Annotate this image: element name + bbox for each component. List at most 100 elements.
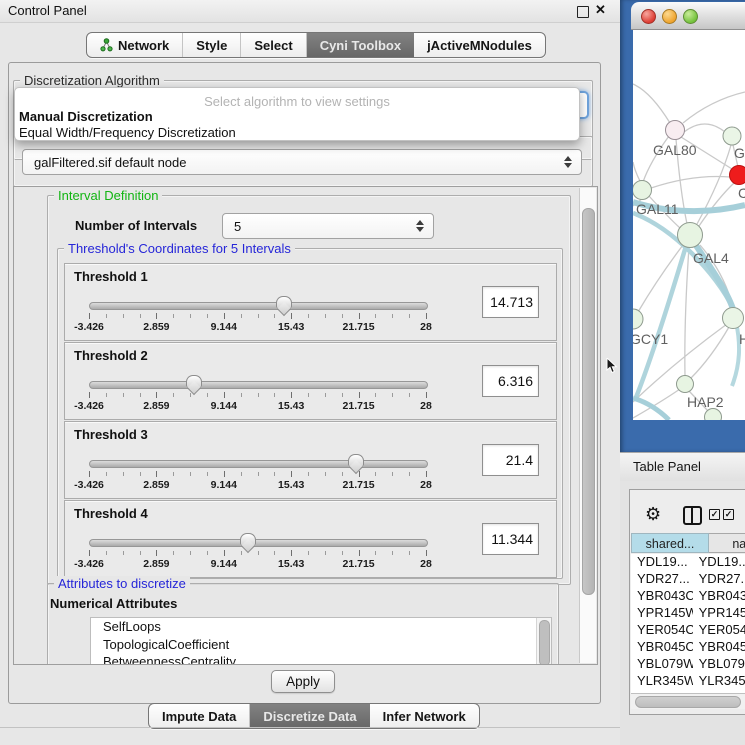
slider-scale: -3.4262.8599.14415.4321.71528 bbox=[89, 400, 426, 412]
network-edge[interactable] bbox=[633, 84, 670, 123]
table-row[interactable]: YDR27...YDR27... bbox=[631, 571, 745, 588]
slider-thumb[interactable] bbox=[348, 454, 364, 466]
network-edge[interactable] bbox=[633, 162, 641, 183]
settings-scrollbar[interactable] bbox=[579, 188, 596, 663]
network-node[interactable] bbox=[633, 309, 643, 329]
scale-label: 15.43 bbox=[278, 558, 304, 570]
threshold-1-slider[interactable]: -3.4262.8599.14415.4321.71528 bbox=[89, 294, 426, 334]
network-node[interactable] bbox=[633, 181, 652, 200]
slider-thumb[interactable] bbox=[276, 296, 292, 308]
close-traffic-light-icon[interactable] bbox=[641, 9, 656, 24]
tab-jactivemnodules[interactable]: jActiveMNodules bbox=[414, 33, 545, 57]
tab-select[interactable]: Select bbox=[241, 33, 306, 57]
table-cell[interactable]: YER054C bbox=[631, 622, 693, 639]
apply-button[interactable]: Apply bbox=[271, 670, 335, 693]
table-data-combobox[interactable]: galFiltered.sif default node bbox=[22, 149, 582, 175]
gear-icon[interactable]: ⚙ bbox=[645, 505, 661, 523]
threshold-1-value-field[interactable]: 14.713 bbox=[482, 286, 539, 318]
combo-arrows-icon bbox=[560, 156, 576, 168]
network-edge[interactable] bbox=[699, 182, 735, 226]
dropdown-option-equal-width-frequency[interactable]: Equal Width/Frequency Discretization bbox=[19, 125, 236, 140]
screen: Control Panel ✕ Network Style Select Cyn… bbox=[0, 0, 745, 745]
network-node[interactable] bbox=[723, 127, 741, 145]
table-cell[interactable]: YDR27... bbox=[631, 571, 693, 588]
table-cell[interactable]: YBR043C bbox=[631, 588, 693, 605]
tab-impute-data[interactable]: Impute Data bbox=[149, 704, 250, 728]
tab-cyni-toolbox[interactable]: Cyni Toolbox bbox=[307, 33, 414, 57]
mouse-cursor bbox=[606, 358, 619, 374]
threshold-3-slider[interactable]: -3.4262.8599.14415.4321.71528 bbox=[89, 452, 426, 492]
table-cell[interactable]: YER054C bbox=[693, 622, 745, 639]
table-row[interactable]: YBL079WYBL079W bbox=[631, 656, 745, 673]
network-node[interactable] bbox=[677, 376, 694, 393]
table-horizontal-scrollbar-thumb[interactable] bbox=[635, 696, 741, 708]
table-cell[interactable]: YBR045C bbox=[631, 639, 693, 656]
table-horizontal-scrollbar[interactable] bbox=[631, 693, 745, 709]
scale-label: 21.715 bbox=[343, 400, 375, 412]
slider-track[interactable] bbox=[89, 539, 428, 547]
attribute-list-item[interactable]: SelfLoops bbox=[91, 618, 551, 636]
scale-label: 28 bbox=[420, 400, 432, 412]
table-cell[interactable]: YPR145W bbox=[631, 605, 693, 622]
minimize-traffic-light-icon[interactable] bbox=[662, 9, 677, 24]
table-row[interactable]: YPR145WYPR145W bbox=[631, 605, 745, 622]
slider-track[interactable] bbox=[89, 381, 428, 389]
settings-scrollbar-thumb[interactable] bbox=[582, 208, 595, 595]
threshold-2-value-field[interactable]: 6.316 bbox=[482, 365, 539, 397]
network-edge[interactable] bbox=[633, 398, 669, 420]
table-row[interactable]: YER054CYER054C bbox=[631, 622, 745, 639]
list-scrollbar-thumb[interactable] bbox=[539, 620, 550, 665]
float-window-icon[interactable] bbox=[577, 6, 589, 18]
table-cell[interactable]: YDL19... bbox=[693, 554, 745, 571]
tab-discretize-data[interactable]: Discretize Data bbox=[250, 704, 369, 728]
number-of-intervals-combobox[interactable]: 5 bbox=[222, 213, 434, 239]
table-cell[interactable]: YBL079W bbox=[693, 656, 745, 673]
network-edge[interactable] bbox=[691, 327, 729, 378]
table-cell[interactable]: YPR145W bbox=[693, 605, 745, 622]
split-columns-icon[interactable] bbox=[683, 506, 702, 525]
table-row[interactable]: YBR045CYBR045C bbox=[631, 639, 745, 656]
table-cell[interactable]: YDL19... bbox=[631, 554, 693, 571]
table-cell[interactable]: YLR345W bbox=[631, 673, 693, 690]
network-node[interactable] bbox=[678, 223, 703, 248]
slider-thumb[interactable] bbox=[186, 375, 202, 387]
threshold-4-slider[interactable]: -3.4262.8599.14415.4321.71528 bbox=[89, 531, 426, 571]
threshold-4-value-field[interactable]: 11.344 bbox=[482, 523, 539, 555]
checkbox-icon[interactable]: ✓ bbox=[709, 509, 720, 520]
network-edge[interactable] bbox=[732, 322, 739, 386]
scale-label: -3.426 bbox=[74, 479, 104, 491]
table-row[interactable]: YDL19...YDL19... bbox=[631, 554, 745, 571]
network-canvas[interactable]: GAL80GACGAL11GAL4GCY1HHAP2 bbox=[633, 30, 745, 420]
tab-infer-network[interactable]: Infer Network bbox=[370, 704, 479, 728]
table-row[interactable]: YLR345WYLR345W bbox=[631, 673, 745, 690]
column-header-name[interactable]: name bbox=[709, 533, 745, 553]
close-icon[interactable]: ✕ bbox=[595, 2, 606, 18]
network-edge[interactable] bbox=[683, 92, 745, 123]
network-edge[interactable] bbox=[684, 124, 725, 132]
slider-track[interactable] bbox=[89, 302, 428, 310]
numerical-attributes-list[interactable]: SelfLoopsTopologicalCoefficientBetweenne… bbox=[90, 617, 552, 665]
slider-track[interactable] bbox=[89, 460, 428, 468]
list-scrollbar[interactable] bbox=[536, 618, 551, 665]
table-cell[interactable]: YBR043C bbox=[693, 588, 745, 605]
tab-style[interactable]: Style bbox=[183, 33, 241, 57]
network-node[interactable] bbox=[723, 308, 744, 329]
threshold-3-value-field[interactable]: 21.4 bbox=[482, 444, 539, 476]
dropdown-option-manual-discretization[interactable]: Manual Discretization bbox=[19, 109, 153, 124]
network-node[interactable] bbox=[666, 121, 685, 140]
attribute-list-item[interactable]: BetweennessCentrality bbox=[91, 653, 551, 665]
checkbox-icon[interactable]: ✓ bbox=[723, 509, 734, 520]
tab-network[interactable]: Network bbox=[87, 33, 183, 57]
network-node[interactable] bbox=[730, 166, 745, 185]
threshold-2-slider[interactable]: -3.4262.8599.14415.4321.71528 bbox=[89, 373, 426, 413]
table-row[interactable]: YBR043CYBR043C bbox=[631, 588, 745, 605]
slider-thumb[interactable] bbox=[240, 533, 256, 545]
table-cell[interactable]: YBR045C bbox=[693, 639, 745, 656]
attribute-list-item[interactable]: TopologicalCoefficient bbox=[91, 636, 551, 654]
table-cell[interactable]: YLR345W bbox=[693, 673, 745, 690]
zoom-traffic-light-icon[interactable] bbox=[683, 9, 698, 24]
column-header-shared-name[interactable]: shared... bbox=[631, 533, 709, 553]
table-cell[interactable]: YBL079W bbox=[631, 656, 693, 673]
network-edge[interactable] bbox=[633, 389, 680, 418]
table-cell[interactable]: YDR27... bbox=[693, 571, 745, 588]
